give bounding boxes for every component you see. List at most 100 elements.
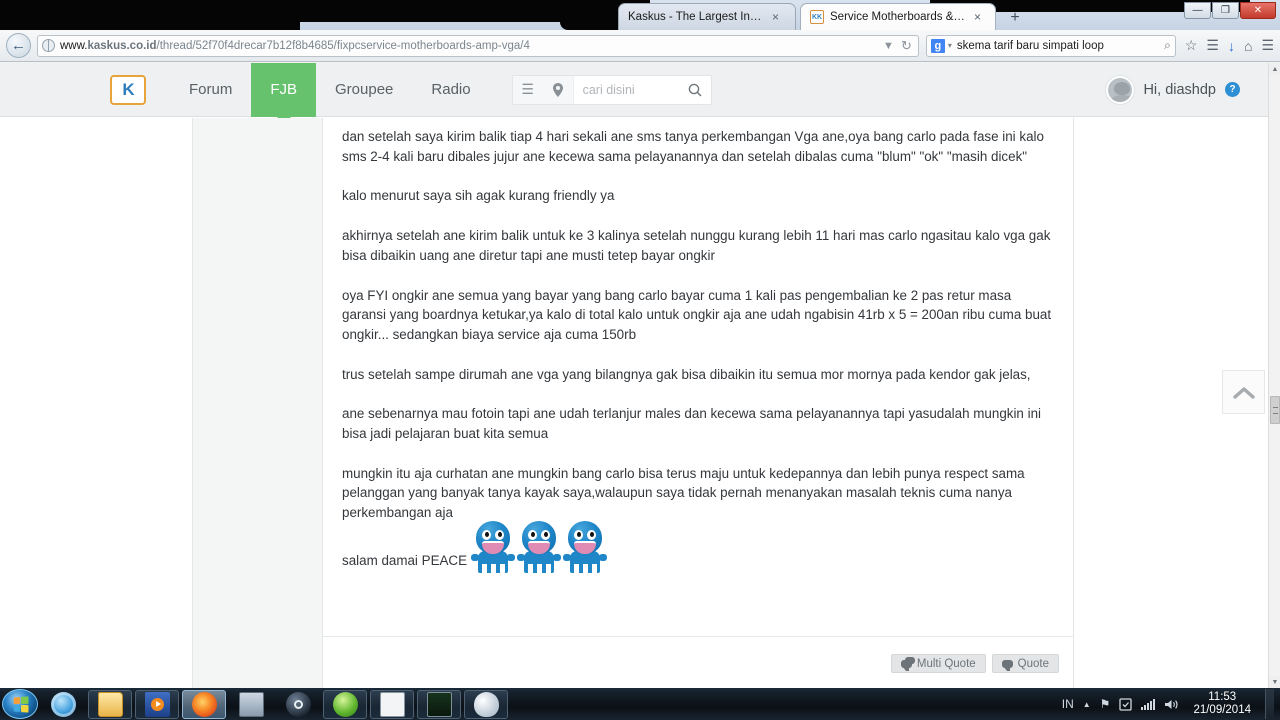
post-panel: dan setelah saya kirim balik tiap 4 hari…	[323, 118, 1074, 688]
back-button-icon[interactable]: ←	[6, 33, 31, 58]
clock-time: 11:53	[1208, 691, 1237, 703]
action-center-icon[interactable]	[1119, 697, 1133, 711]
taskbar-download-manager[interactable]	[323, 689, 367, 719]
hamburger-menu-icon[interactable]: ☰	[1261, 37, 1274, 54]
post-paragraph: trus setelah sampe dirumah ane vga yang …	[342, 366, 1031, 382]
browser-tab-service-motherboards[interactable]: KK Service Motherboards & V... ×	[800, 3, 996, 30]
maximize-button[interactable]: ❐	[1212, 2, 1239, 19]
search-magnifier-icon[interactable]: ⌕	[1164, 38, 1171, 53]
taskbar-media-player[interactable]	[135, 689, 179, 719]
flag-icon[interactable]: ⚑	[1100, 697, 1111, 711]
multi-speech-bubble-icon	[900, 656, 915, 671]
globe-icon	[42, 39, 55, 52]
nav-item-fjb[interactable]: FJB	[251, 63, 317, 124]
url-path: /thread/52f70f4drecar7b12f8b4685/fixpcse…	[156, 39, 530, 52]
url-host-prefix: www.	[60, 39, 88, 52]
home-icon[interactable]: ⌂	[1244, 38, 1252, 54]
download-icon	[332, 691, 358, 717]
avatar[interactable]	[1106, 75, 1135, 104]
system-monitor-icon	[426, 691, 452, 717]
bookmark-star-icon[interactable]: ☆	[1185, 37, 1198, 54]
browser-tab-kaskus[interactable]: Kaskus - The Largest Indon... ×	[618, 3, 796, 30]
taskbar-system-monitor[interactable]	[417, 689, 461, 719]
scroll-up-arrow-icon[interactable]: ▲	[1269, 63, 1280, 75]
tab-title: Service Motherboards & V...	[830, 11, 968, 23]
nav-item-forum[interactable]: Forum	[170, 63, 251, 117]
google-icon: g	[930, 38, 945, 53]
start-button[interactable]	[2, 689, 38, 719]
browser-search-box[interactable]: g ▾ skema tarif baru simpati loop ⌕	[925, 34, 1176, 57]
taskbar-remote-desktop[interactable]	[229, 690, 273, 719]
folder-icon	[97, 691, 123, 717]
taskbar-window-app[interactable]	[370, 689, 414, 719]
blue-peace-smiley-icon	[471, 520, 516, 573]
reading-list-icon[interactable]: ☰	[1206, 37, 1219, 54]
media-player-icon	[144, 691, 170, 717]
url-domain: kaskus.co.id	[87, 39, 157, 52]
post-paragraph: akhirnya setelah ane kirim balik untuk k…	[342, 228, 1051, 263]
blue-peace-smiley-icon	[563, 520, 608, 573]
firefox-icon	[191, 691, 217, 717]
back-to-top-button[interactable]	[1222, 370, 1265, 414]
nav-item-groupee[interactable]: Groupee	[316, 63, 412, 117]
tab-close-icon[interactable]: ×	[974, 11, 981, 23]
search-input[interactable]: cari disini	[572, 75, 679, 104]
redaction-block	[290, 0, 590, 22]
show-hidden-icons-arrow[interactable]: ▲	[1083, 700, 1091, 709]
steam-icon	[285, 691, 311, 717]
window-controls: — ❐ ✕	[1184, 2, 1276, 19]
minimize-button[interactable]: —	[1184, 2, 1211, 19]
taskbar-steam[interactable]	[276, 690, 320, 719]
page-scrollbar[interactable]: ▲ ▼	[1268, 63, 1280, 688]
location-pin-icon[interactable]	[542, 75, 573, 104]
language-indicator[interactable]: IN	[1062, 697, 1074, 711]
new-tab-button[interactable]: +	[1004, 8, 1026, 28]
nav-item-radio[interactable]: Radio	[412, 63, 489, 117]
windows-logo-icon	[13, 695, 28, 713]
download-arrow-icon[interactable]: ↓	[1228, 38, 1235, 54]
post-signoff-line: salam damai PEACE	[342, 520, 1053, 573]
reload-icon[interactable]: ↻	[901, 38, 912, 54]
scroll-down-arrow-icon[interactable]: ▼	[1269, 676, 1280, 688]
quote-button[interactable]: Quote	[991, 654, 1059, 673]
browser-window: Kaskus - The Largest Indon... × KK Servi…	[0, 0, 1280, 688]
post-paragraph: mungkin itu aja curhatan ane mungkin ban…	[342, 465, 1025, 521]
system-tray: IN ▲ ⚑ 11:53 21/09/2014	[1062, 689, 1280, 719]
windows-taskbar: IN ▲ ⚑ 11:53 21/09/2014	[0, 688, 1280, 720]
tab-close-icon[interactable]: ×	[772, 11, 779, 23]
page-viewport: K Forum FJB Groupee Radio ☰ cari disini …	[0, 63, 1280, 688]
address-dropdown-icon[interactable]: ▼	[883, 40, 894, 52]
volume-icon[interactable]	[1164, 698, 1179, 711]
post-signoff-text: salam damai PEACE	[342, 553, 468, 569]
post-author-column	[192, 118, 323, 688]
post-paragraph: ane sebenarnya mau fotoin tapi ane udah …	[342, 406, 1042, 442]
network-signal-icon[interactable]	[1141, 698, 1156, 710]
category-list-icon[interactable]: ☰	[512, 75, 543, 104]
user-greeting: Hi, diashdp	[1143, 81, 1216, 98]
multi-quote-button[interactable]: Multi Quote	[890, 654, 986, 673]
show-desktop-button[interactable]	[1265, 689, 1274, 719]
search-engine-caret-icon[interactable]: ▾	[948, 41, 952, 50]
taskbar-firefox[interactable]	[182, 689, 226, 719]
left-gutter	[0, 118, 192, 688]
post-paragraph: kalo menurut saya sih agak kurang friend…	[342, 188, 615, 204]
scrollbar-thumb[interactable]	[1270, 396, 1280, 424]
search-submit-icon[interactable]	[679, 76, 711, 104]
help-badge-icon[interactable]: ?	[1225, 82, 1240, 97]
address-bar[interactable]: www.kaskus.co.id/thread/52f70f4drecar7b1…	[37, 34, 919, 57]
internet-explorer-icon	[50, 691, 76, 717]
taskbar-paint[interactable]	[464, 689, 508, 719]
post-footer-toolbar: Multi Quote Quote	[323, 636, 1073, 688]
quote-label: Quote	[1017, 657, 1049, 670]
close-window-button[interactable]: ✕	[1240, 2, 1276, 19]
clock[interactable]: 11:53 21/09/2014	[1188, 691, 1256, 717]
taskbar-internet-explorer[interactable]	[41, 690, 85, 719]
taskbar-windows-explorer[interactable]	[88, 689, 132, 719]
kaskus-favicon-icon: KK	[810, 10, 824, 24]
kaskus-logo[interactable]: K	[110, 74, 146, 105]
browser-tab-strip: Kaskus - The Largest Indon... × KK Servi…	[0, 0, 1280, 30]
tab-title: Kaskus - The Largest Indon...	[628, 11, 766, 23]
monitor-icon	[238, 691, 264, 717]
browser-navigation-bar: ← www.kaskus.co.id/thread/52f70f4drecar7…	[0, 30, 1280, 62]
user-menu[interactable]: Hi, diashdp ?	[1106, 75, 1240, 104]
